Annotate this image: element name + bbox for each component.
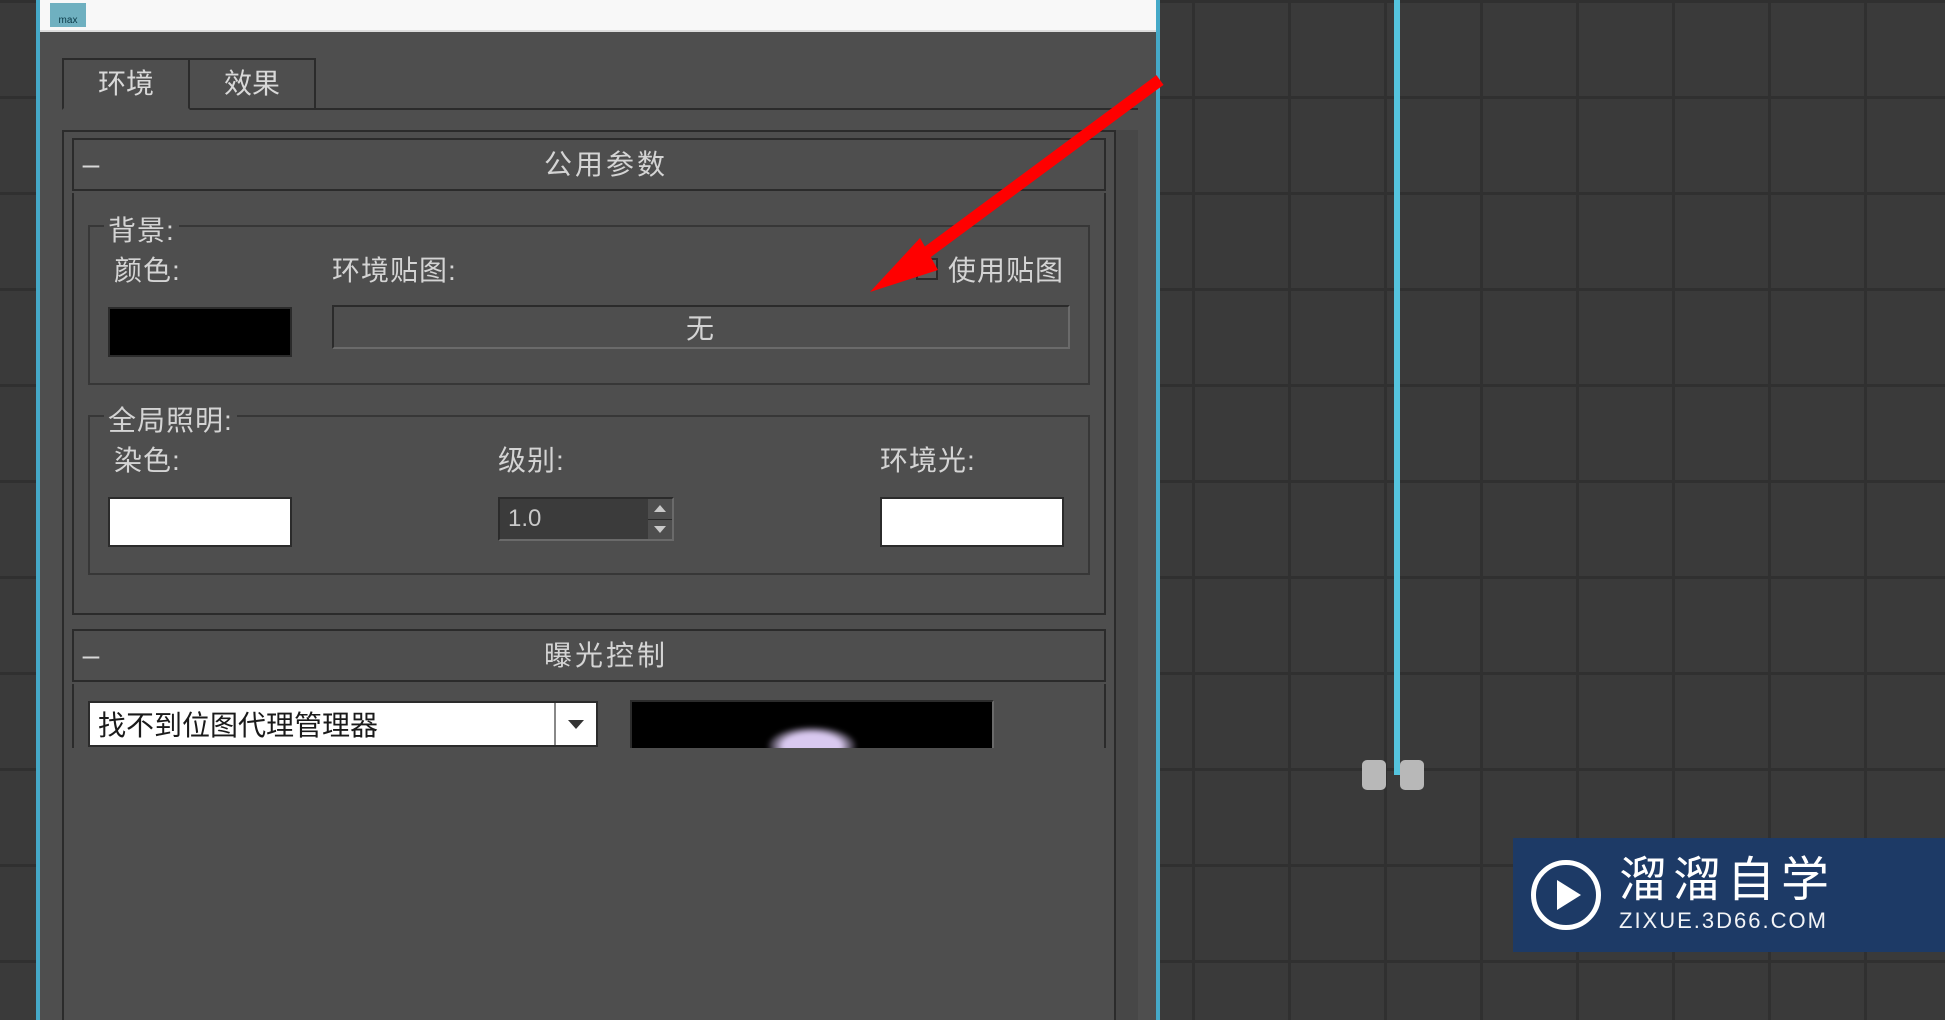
- rollout-common-header[interactable]: – 公用参数: [72, 138, 1106, 191]
- app-icon: max: [50, 3, 86, 27]
- use-map-checkbox[interactable]: [916, 258, 938, 280]
- viewport-nodes: [1362, 760, 1424, 790]
- group-global-illum: 全局照明: 染色: 级别: 1.0: [88, 415, 1090, 575]
- preview-blob-icon: [767, 726, 857, 748]
- level-input[interactable]: 1.0: [498, 497, 648, 541]
- exposure-dropdown-value: 找不到位图代理管理器: [98, 704, 554, 744]
- environment-effects-dialog: max 环境 效果 – 公用参数 背景: 颜色:: [40, 0, 1160, 1020]
- tint-label: 染色:: [114, 439, 292, 479]
- play-circle-icon: [1531, 860, 1601, 930]
- watermark-sub: ZIXUE.3D66.COM: [1619, 908, 1835, 934]
- watermark: 溜溜自学 ZIXUE.3D66.COM: [1513, 838, 1945, 952]
- exposure-preview: [630, 700, 994, 748]
- level-spinner: 1.0: [498, 497, 674, 541]
- rollout-exposure-title: 曝光控制: [108, 631, 1104, 680]
- watermark-text: 溜溜自学 ZIXUE.3D66.COM: [1619, 856, 1835, 934]
- color-label: 颜色:: [114, 249, 292, 289]
- rollout-common-toggle[interactable]: –: [74, 148, 108, 182]
- rollout-exposure-content: 找不到位图代理管理器: [72, 684, 1106, 748]
- tab-effects[interactable]: 效果: [188, 58, 316, 110]
- tint-color-swatch[interactable]: [108, 497, 292, 547]
- chevron-up-icon: [654, 505, 666, 512]
- rollout-exposure-header[interactable]: – 曝光控制: [72, 629, 1106, 682]
- chevron-down-icon: [568, 720, 584, 729]
- tab-environment[interactable]: 环境: [62, 58, 190, 110]
- group-background: 背景: 颜色: 环境贴图: 使用贴图: [88, 225, 1090, 385]
- exposure-type-dropdown[interactable]: 找不到位图代理管理器: [88, 701, 598, 747]
- watermark-title: 溜溜自学: [1619, 856, 1835, 906]
- rollout-exposure-toggle[interactable]: –: [74, 639, 108, 673]
- panel-scrollbar[interactable]: [1114, 130, 1138, 1020]
- viewport-guide-line: [1394, 0, 1400, 775]
- background-color-swatch[interactable]: [108, 307, 292, 357]
- tabs-row: 环境 效果: [62, 58, 1156, 110]
- env-map-button[interactable]: 无: [332, 305, 1070, 349]
- ambient-label: 环境光:: [880, 439, 1064, 479]
- use-map-label: 使用贴图: [948, 249, 1064, 289]
- use-map-row: 使用贴图: [916, 249, 1064, 289]
- level-spinner-arrows: [648, 497, 674, 541]
- rollout-common-title: 公用参数: [108, 140, 1104, 189]
- level-spinner-up[interactable]: [648, 499, 672, 520]
- group-global-illum-legend: 全局照明:: [104, 399, 237, 439]
- dialog-titlebar[interactable]: max: [40, 0, 1156, 32]
- panel-body: – 公用参数 背景: 颜色: 环境贴图:: [62, 130, 1138, 1020]
- rollout-common-content: 背景: 颜色: 环境贴图: 使用贴图: [72, 193, 1106, 615]
- level-spinner-down[interactable]: [648, 520, 672, 540]
- group-background-legend: 背景:: [104, 209, 179, 249]
- chevron-down-icon: [654, 526, 666, 533]
- exposure-dropdown-arrow: [554, 703, 596, 745]
- level-label: 级别:: [498, 439, 674, 479]
- env-map-label: 环境贴图:: [332, 249, 457, 289]
- ambient-color-swatch[interactable]: [880, 497, 1064, 547]
